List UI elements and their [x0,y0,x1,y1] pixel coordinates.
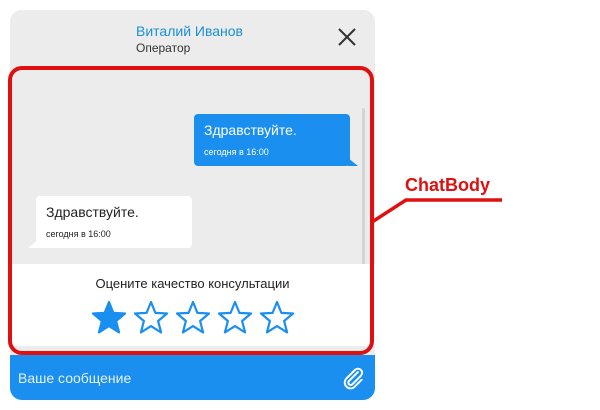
message-incoming: Здравствуйте. сегодня в 16:00 [28,196,192,248]
rating-star-4[interactable] [217,300,253,336]
rating-star-3[interactable] [175,300,211,336]
message-text: Здравствуйте. [204,122,297,138]
chat-header: Виталий Иванов Оператор [10,10,375,68]
operator-role: Оператор [136,41,191,55]
message-time: сегодня в 16:00 [204,147,269,157]
chat-scrollbar[interactable] [362,108,365,278]
star-icon [133,300,169,334]
chat-widget: Виталий Иванов Оператор Здравствуйте. се… [10,10,375,400]
message-composer [10,355,375,400]
message-time: сегодня в 16:00 [46,229,111,239]
star-icon [217,300,253,334]
star-icon [175,300,211,334]
message-outgoing: Здравствуйте. сегодня в 16:00 [194,114,358,166]
message-text: Здравствуйте. [46,204,139,220]
message-input[interactable] [18,363,328,393]
rating-star-2[interactable] [133,300,169,336]
rating-label: Оцените качество консультации [95,276,290,291]
rating-panel: Оцените качество консультации [10,264,375,346]
paperclip-icon [343,367,364,390]
rating-star-5[interactable] [259,300,295,336]
star-icon [91,300,127,334]
close-icon [338,28,356,46]
close-button[interactable] [335,25,359,49]
operator-name: Виталий Иванов [136,23,243,39]
chatbody-label: ChatBody [405,175,490,195]
rating-stars [91,300,301,336]
attach-button[interactable] [340,365,366,391]
rating-star-1[interactable] [91,300,127,336]
star-icon [259,300,295,334]
chat-body: Здравствуйте. сегодня в 16:00 Здравствуй… [10,68,375,355]
